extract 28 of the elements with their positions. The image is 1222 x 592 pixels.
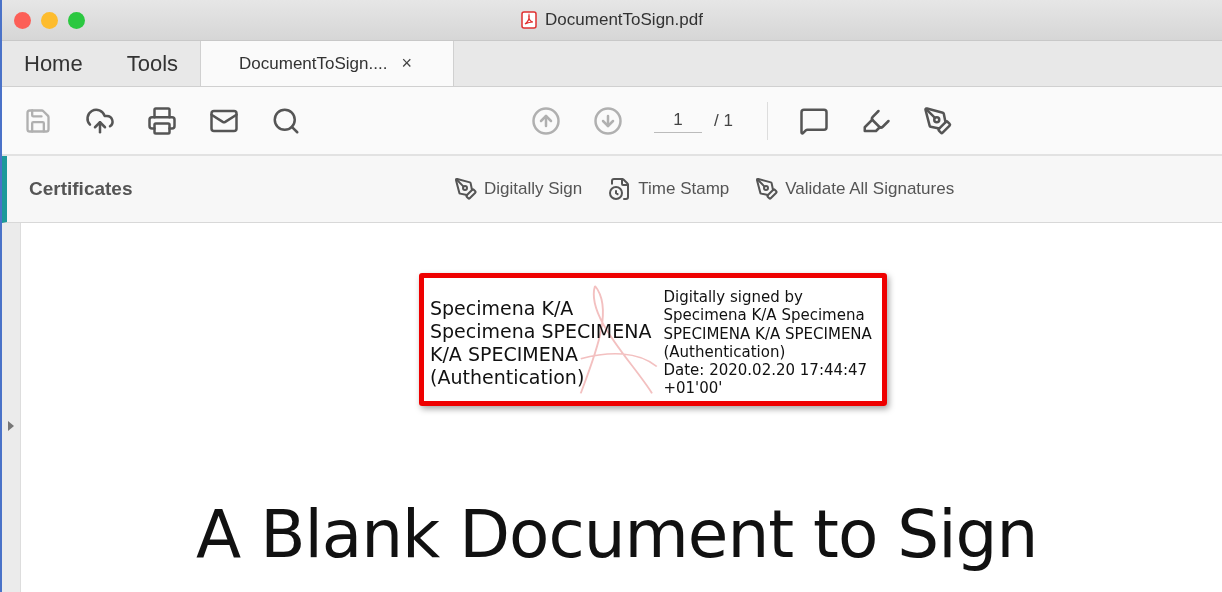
toolbar-action-button[interactable]: Digitally Sign bbox=[454, 177, 583, 201]
signature-detail-line: Specimena K/A Specimena bbox=[663, 306, 866, 325]
pen-icon bbox=[755, 177, 780, 201]
window-title: DocumentToSign.pdf bbox=[545, 10, 703, 30]
signature-detail-line: (Authentication) bbox=[663, 342, 787, 362]
page-number-field[interactable]: 1 bbox=[654, 108, 702, 133]
tab[interactable]: Home bbox=[2, 41, 105, 86]
pen-icon bbox=[454, 177, 478, 201]
page-total: / 1 bbox=[714, 110, 733, 131]
signer-name-line: Specimena SPECIMENA bbox=[430, 319, 652, 343]
printer-icon[interactable] bbox=[146, 104, 178, 137]
document-heading: A Blank Document to Sign bbox=[196, 495, 1038, 573]
toolbar-action-button[interactable]: Time Stamp bbox=[608, 177, 730, 201]
tab[interactable]: Tools bbox=[104, 41, 201, 86]
signature-detail-line: Digitally signed by bbox=[663, 288, 804, 307]
signer-name-line: (Authentication) bbox=[430, 366, 586, 390]
toolbar-action-button[interactable]: Validate All Signatures bbox=[755, 177, 955, 201]
signature-detail-line: Date: 2020.02.20 17:44:47 bbox=[663, 361, 869, 380]
expand-triangle-icon[interactable] bbox=[7, 419, 15, 432]
signature-detail-line: SPECIMENA K/A SPECIMENA bbox=[663, 324, 872, 343]
pdf-file-icon bbox=[521, 11, 538, 29]
pen-icon[interactable] bbox=[921, 104, 954, 137]
tab[interactable]: DocumentToSign.... × bbox=[200, 41, 455, 86]
panel-title: Certificates bbox=[28, 178, 134, 200]
close-tab-button[interactable]: × bbox=[401, 53, 412, 74]
signer-name-line: Specimena K/A bbox=[430, 296, 575, 320]
signer-name-line: K/A SPECIMENA bbox=[430, 342, 579, 367]
signature-detail-line: +01'00' bbox=[663, 379, 724, 398]
